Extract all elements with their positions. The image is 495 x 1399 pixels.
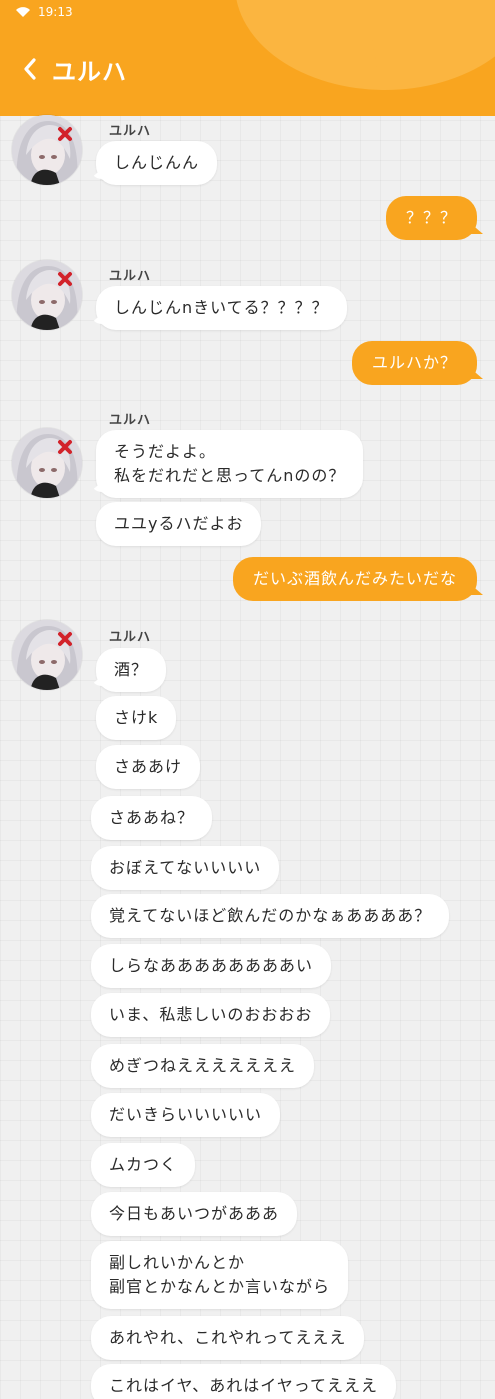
incoming-message-bubble[interactable]: 副しれいかんとか 副官とかなんとか言いながら — [91, 1241, 349, 1309]
status-time: 19:13 — [38, 5, 73, 19]
outgoing-message-bubble[interactable]: だいぶ酒飲んだみたいだな — [232, 557, 477, 601]
incoming-message-bubble[interactable]: ユユyるハだよお — [96, 502, 262, 546]
incoming-message-bubble[interactable]: だいきらいいいいい — [91, 1093, 281, 1137]
incoming-message-bubble[interactable]: さけk — [96, 696, 177, 740]
chat-title: ユルハ — [52, 57, 127, 86]
avatar[interactable] — [12, 115, 82, 185]
incoming-message-bubble[interactable]: しんじんnきいてる？？？？ — [96, 286, 347, 330]
sender-name: ユルハ — [109, 630, 152, 645]
outgoing-message-bubble[interactable]: ？？？ — [385, 196, 477, 240]
header-decoration-tail — [344, 37, 378, 79]
incoming-message-bubble[interactable]: しらなああああああああい — [91, 944, 332, 988]
header-bar: 19:13 ユルハ — [0, 0, 495, 116]
incoming-message-bubble[interactable]: あれやれ、これやれってえええ — [91, 1316, 365, 1360]
title-bar: ユルハ — [22, 52, 127, 86]
chevron-left-icon[interactable] — [22, 57, 38, 81]
incoming-message-bubble[interactable]: これはイヤ、あれはイヤってえええ — [91, 1364, 396, 1399]
incoming-message-bubble[interactable]: 覚えてないほど飲んだのかなぁああああ？ — [91, 894, 450, 938]
incoming-message-bubble[interactable]: おぼえてないいいい — [91, 846, 280, 890]
avatar[interactable] — [12, 428, 82, 498]
outgoing-message-bubble[interactable]: ユルハか？ — [351, 341, 477, 385]
sender-name: ユルハ — [109, 269, 152, 284]
sender-name: ユルハ — [109, 413, 152, 428]
incoming-message-bubble[interactable]: 酒？ — [96, 648, 167, 692]
incoming-message-bubble[interactable]: いま、私悲しいのおおおお — [91, 993, 331, 1037]
incoming-message-bubble[interactable]: そうだよよ。 私をだれだと思ってんnのの？ — [96, 430, 364, 498]
wifi-icon — [16, 7, 30, 17]
incoming-message-bubble[interactable]: 今日もあいつがあああ — [91, 1192, 298, 1236]
status-bar: 19:13 — [16, 4, 73, 20]
incoming-message-bubble[interactable]: めぎつねえええええええ — [91, 1044, 315, 1088]
sender-name: ユルハ — [109, 124, 152, 139]
incoming-message-bubble[interactable]: しんじんん — [96, 141, 218, 185]
avatar[interactable] — [12, 260, 82, 330]
incoming-message-bubble[interactable]: ムカつく — [91, 1143, 196, 1187]
incoming-message-bubble[interactable]: さああけ — [96, 745, 201, 789]
incoming-message-bubble[interactable]: さああね？ — [91, 796, 213, 840]
avatar[interactable] — [12, 620, 82, 690]
